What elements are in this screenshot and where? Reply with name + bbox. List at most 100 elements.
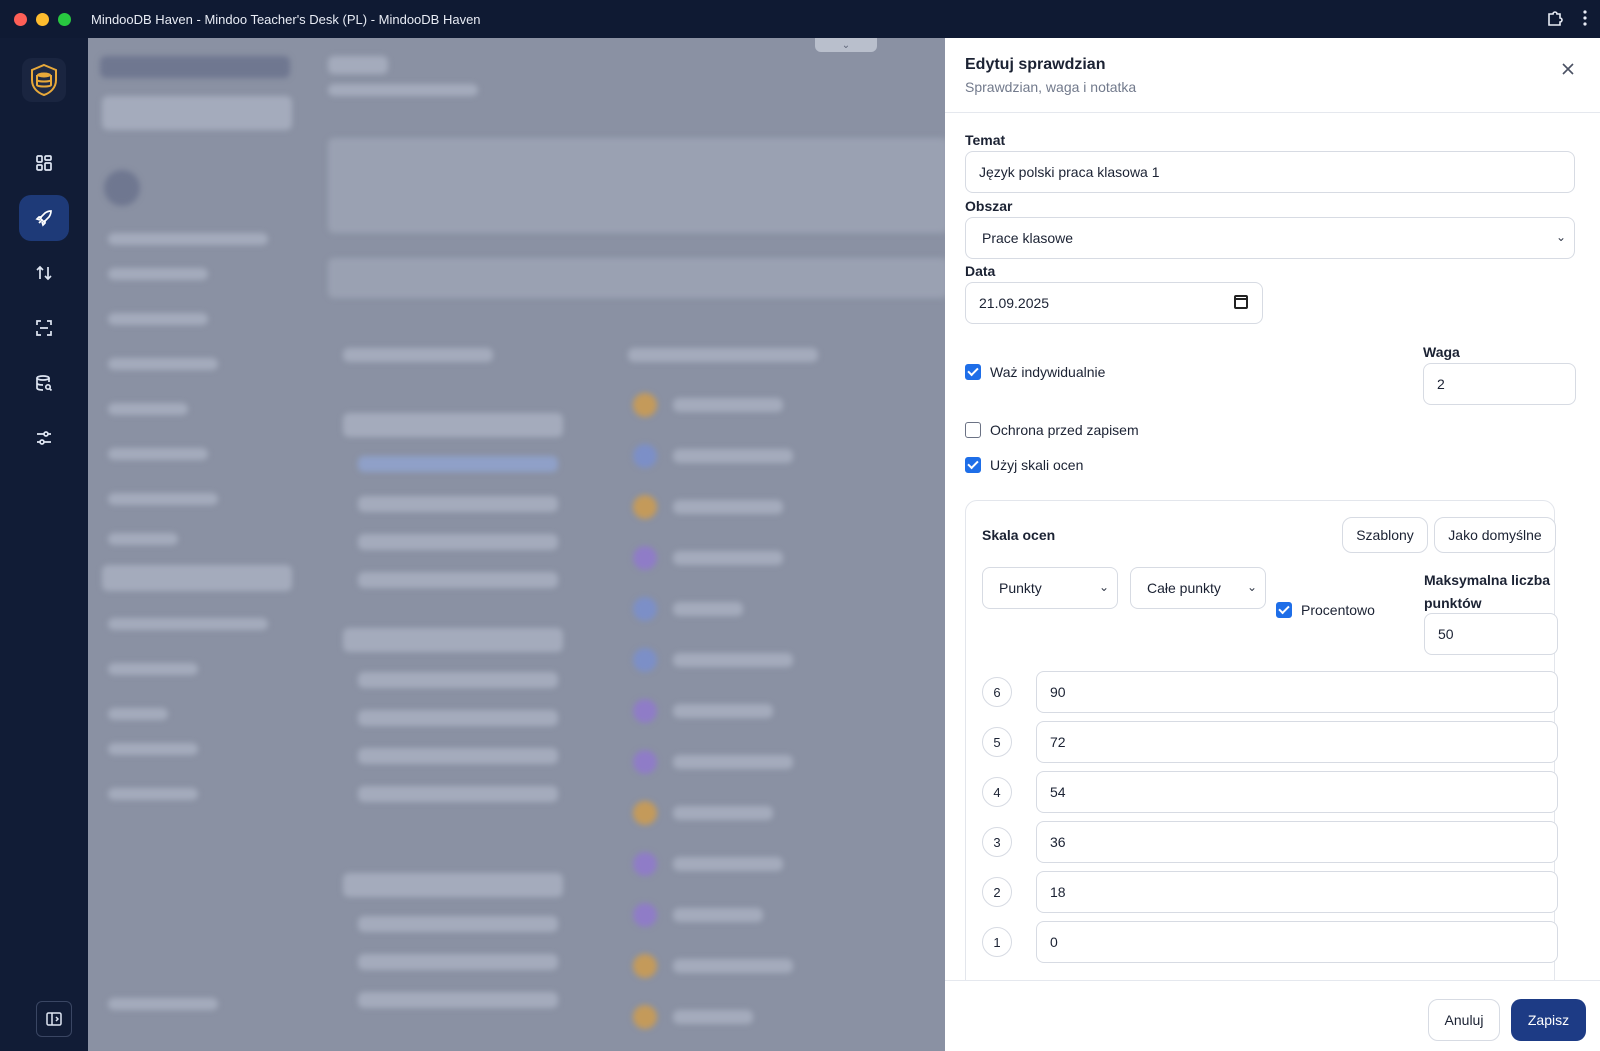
- blurred-block: [328, 84, 478, 96]
- blurred-block: [108, 998, 218, 1010]
- grade-number: 1: [982, 927, 1012, 957]
- blurred-block: [673, 704, 773, 718]
- points-mode-select[interactable]: Całe punkty ⌄: [1130, 567, 1266, 609]
- scale-mode-value: Punkty: [999, 580, 1042, 596]
- points-mode-value: Całe punkty: [1147, 580, 1221, 596]
- sidebar-toggle-icon: [46, 1012, 62, 1026]
- grade-number: 3: [982, 827, 1012, 857]
- rail-scan-button[interactable]: [19, 305, 69, 351]
- weight-individual-checkbox[interactable]: Waż indywidualnie: [965, 364, 1105, 380]
- close-window-button[interactable]: [14, 12, 27, 26]
- rail-transfer-button[interactable]: [19, 250, 69, 296]
- blurred-block: [108, 448, 208, 460]
- drawer-title: Edytuj sprawdzian: [965, 56, 1106, 73]
- blurred-block: [633, 1005, 657, 1029]
- checkbox-unchecked-icon: [965, 422, 981, 438]
- grade-number: 2: [982, 877, 1012, 907]
- topic-input[interactable]: Język polski praca klasowa 1: [965, 151, 1575, 193]
- blurred-block: [358, 916, 558, 932]
- grade-threshold-value: 54: [1050, 784, 1066, 800]
- save-button[interactable]: Zapisz: [1511, 999, 1586, 1041]
- grade-threshold-input[interactable]: 18: [1036, 871, 1558, 913]
- blurred-block: [358, 534, 558, 550]
- chevron-down-icon: ⌄: [1246, 580, 1257, 594]
- calendar-icon[interactable]: [1234, 295, 1248, 309]
- weight-input[interactable]: 2: [1423, 363, 1576, 405]
- edit-test-drawer: Edytuj sprawdzian Sprawdzian, waga i not…: [945, 38, 1600, 1051]
- blurred-block: [343, 873, 563, 897]
- grade-threshold-input[interactable]: 90: [1036, 671, 1558, 713]
- blurred-block: [358, 572, 558, 588]
- blurred-block: [673, 449, 793, 463]
- grade-threshold-input[interactable]: 0: [1036, 921, 1558, 963]
- blurred-block: [673, 398, 783, 412]
- topic-label: Temat: [965, 132, 1006, 148]
- more-vertical-icon[interactable]: [1582, 9, 1588, 27]
- protect-checkbox[interactable]: Ochrona przed zapisem: [965, 422, 1139, 438]
- blurred-block: [633, 699, 657, 723]
- area-select[interactable]: Prace klasowe ⌄: [965, 217, 1575, 259]
- blurred-block: [673, 806, 773, 820]
- blurred-block: [358, 748, 558, 764]
- max-points-input[interactable]: 50: [1424, 613, 1558, 655]
- blurred-block: [673, 500, 783, 514]
- use-scale-checkbox[interactable]: Użyj skali ocen: [965, 457, 1083, 473]
- chevron-down-icon: ⌄: [1098, 580, 1109, 594]
- blurred-block: [673, 908, 763, 922]
- maximize-window-button[interactable]: [58, 12, 71, 26]
- rocket-icon: [35, 210, 52, 227]
- blurred-block: [108, 403, 188, 415]
- sort-arrows-icon: [36, 265, 52, 281]
- close-drawer-button[interactable]: [1558, 60, 1578, 80]
- nav-rail: [0, 38, 88, 1051]
- weight-value: 2: [1437, 376, 1445, 392]
- scan-icon: [36, 320, 52, 336]
- templates-button[interactable]: Szablony: [1342, 517, 1428, 553]
- date-label: Data: [965, 263, 996, 279]
- dashboard-icon: [36, 155, 52, 171]
- percent-checkbox[interactable]: Procentowo: [1276, 602, 1375, 618]
- scale-mode-select[interactable]: Punkty ⌄: [982, 567, 1118, 609]
- date-input[interactable]: 21.09.2025: [965, 282, 1263, 324]
- database-search-icon: [36, 375, 53, 392]
- background-content-obscured: [88, 38, 945, 1051]
- blurred-block: [108, 493, 218, 505]
- blurred-block: [633, 597, 657, 621]
- blurred-block: [633, 954, 657, 978]
- set-default-button[interactable]: Jako domyślne: [1434, 517, 1556, 553]
- toggle-sidebar-button[interactable]: [36, 1001, 72, 1037]
- blurred-block: [108, 533, 178, 545]
- grade-threshold-value: 0: [1050, 934, 1058, 950]
- blurred-block: [108, 313, 208, 325]
- grade-threshold-input[interactable]: 36: [1036, 821, 1558, 863]
- blurred-block: [108, 708, 168, 720]
- grade-threshold-input[interactable]: 54: [1036, 771, 1558, 813]
- cancel-button[interactable]: Anuluj: [1428, 999, 1500, 1041]
- titlebar-actions: [1546, 9, 1588, 27]
- checkbox-checked-icon: [1276, 602, 1292, 618]
- blurred-block: [102, 565, 292, 591]
- minimize-window-button[interactable]: [36, 12, 49, 26]
- blurred-block: [358, 456, 558, 472]
- blurred-block: [108, 663, 198, 675]
- blurred-block: [328, 138, 945, 233]
- rail-settings-button[interactable]: [19, 415, 69, 461]
- blurred-block: [328, 56, 388, 74]
- window-titlebar: MindooDB Haven - Mindoo Teacher's Desk (…: [0, 0, 1600, 38]
- drawer-footer: Anuluj Zapisz: [945, 980, 1600, 1051]
- grade-number: 4: [982, 777, 1012, 807]
- grade-threshold-input[interactable]: 72: [1036, 721, 1558, 763]
- close-icon: [1562, 63, 1574, 75]
- protect-label: Ochrona przed zapisem: [990, 422, 1139, 438]
- blurred-block: [358, 710, 558, 726]
- rail-rocket-button[interactable]: [19, 195, 69, 241]
- extension-icon[interactable]: [1546, 9, 1564, 27]
- rail-dashboard-button[interactable]: [19, 140, 69, 186]
- blurred-block: [358, 992, 558, 1008]
- max-points-value: 50: [1438, 626, 1454, 642]
- grade-threshold-value: 18: [1050, 884, 1066, 900]
- percent-label: Procentowo: [1301, 602, 1375, 618]
- rail-database-button[interactable]: [19, 360, 69, 406]
- blurred-block: [673, 1010, 753, 1024]
- collapse-handle[interactable]: ⌄: [815, 38, 877, 52]
